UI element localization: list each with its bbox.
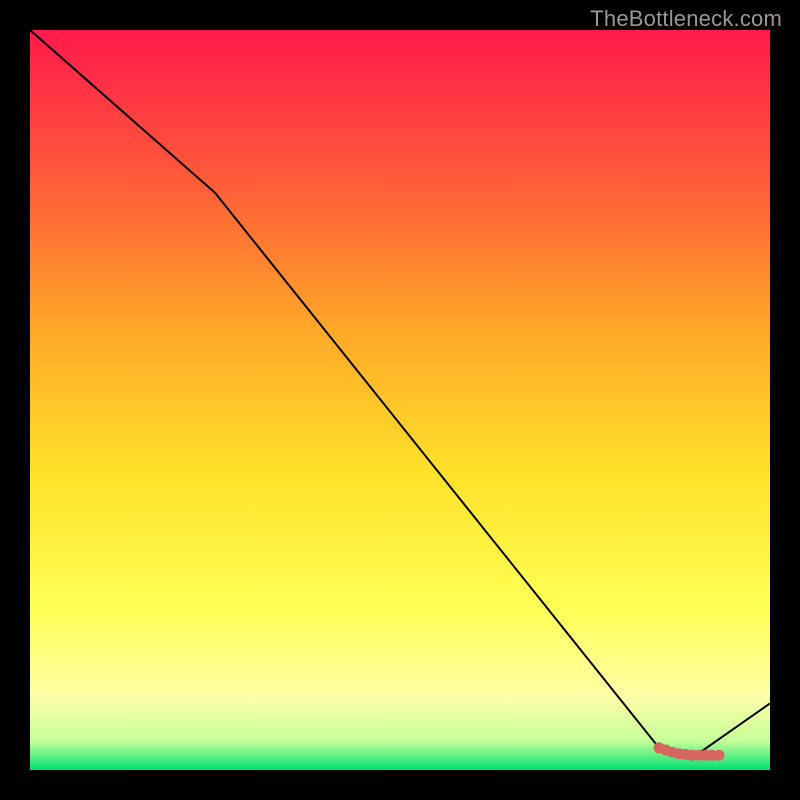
chart-background — [30, 30, 770, 770]
chart-stage: TheBottleneck.com — [0, 0, 800, 800]
chart-plot-area — [30, 30, 770, 770]
attribution-text: TheBottleneck.com — [590, 6, 782, 32]
marker-dot — [713, 750, 724, 761]
chart-svg — [30, 30, 770, 770]
